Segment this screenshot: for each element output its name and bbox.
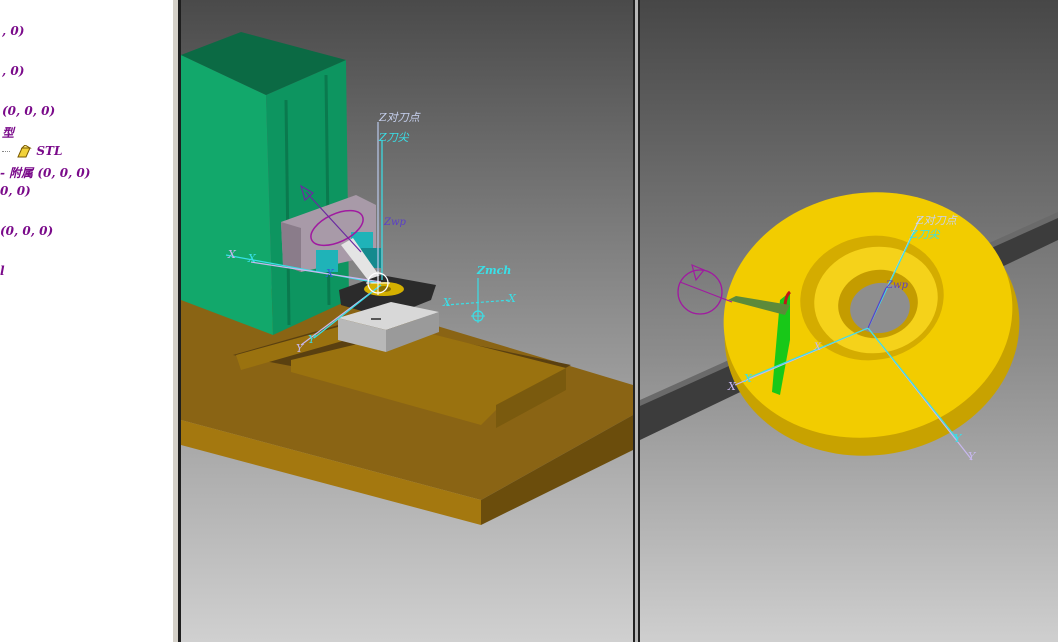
axis-label-x: X (507, 292, 517, 305)
axis-label-x: X (247, 252, 257, 265)
tool-axis (679, 281, 733, 303)
tree-row-stl[interactable]: STL (2, 143, 62, 159)
tree-row[interactable]: 型 (2, 124, 14, 141)
workpiece-viewport[interactable]: Z对刀点 Z刀尖 Zwp X X X Y Y (640, 0, 1058, 642)
axis-label-z-tooltip: Z刀尖 (378, 131, 410, 144)
tree-row[interactable]: , 0) (2, 64, 24, 78)
axis-label-y: Y (968, 450, 977, 463)
tree-row[interactable]: - 附属 (0, 0, 0) (0, 164, 90, 181)
column-front (181, 55, 273, 335)
tree-row[interactable]: , 0) (2, 24, 24, 38)
tool-axis-arrow (691, 263, 705, 282)
machine-viewport[interactable]: Z对刀点 Z刀尖 Zwp Zmch X X X X X Y Y (181, 0, 633, 642)
axis-label-x: X (813, 342, 822, 353)
model-tree-panel: , 0) , 0) (0, 0, 0) 型 STL - 附属 (0, 0, 0)… (0, 0, 173, 642)
axis-label-zwp: Zwp (885, 280, 909, 291)
axis-label-x: X (442, 296, 452, 309)
tree-row[interactable]: l (0, 264, 5, 278)
axis-label-z-tooltip: Z刀尖 (909, 228, 941, 241)
axis-label-z-toolset: Z对刀点 (378, 111, 422, 124)
spindle-head-side (281, 222, 301, 272)
axis-label-x: X (325, 267, 335, 280)
tree-row[interactable]: 0, 0) (0, 184, 31, 198)
axis-label-zwp: Zwp (383, 217, 407, 228)
tree-row[interactable]: (0, 0, 0) (2, 104, 55, 118)
workpiece-scene: Z对刀点 Z刀尖 Zwp X X X Y Y (640, 192, 1058, 463)
tree-connector (2, 151, 10, 152)
fixture-slot (371, 318, 381, 320)
axis-label-z-toolset: Z对刀点 (915, 214, 959, 227)
axis-label-x: X (227, 248, 237, 261)
axis-label-zmch: Zmch (476, 264, 511, 277)
machine-scene: Z对刀点 Z刀尖 Zwp Zmch X X X X X Y Y (181, 32, 633, 525)
tool-orbit (677, 269, 723, 315)
axis-label-x: X (743, 372, 753, 385)
axis-label-x: X (727, 380, 737, 393)
stl-model-icon (17, 143, 32, 157)
tree-row[interactable]: (0, 0, 0) (0, 224, 53, 238)
axis-label-y: Y (954, 432, 963, 445)
viewport-splitter[interactable] (633, 0, 640, 642)
